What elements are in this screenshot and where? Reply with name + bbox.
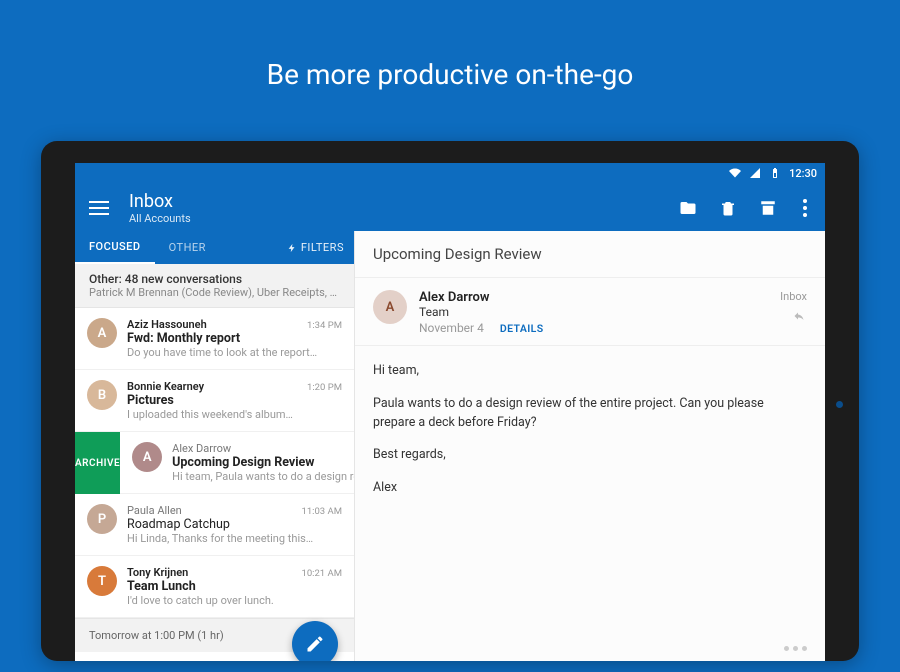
list-item-from: Tony Krijnen [127,566,188,579]
hamburger-menu-icon[interactable] [89,201,109,215]
archive-swipe-action[interactable]: ARCHIVE [75,432,120,494]
cell-signal-icon [749,167,761,179]
tab-focused[interactable]: FOCUSED [75,231,155,264]
android-status-bar: 12:30 [75,163,825,183]
body-greeting: Hi team, [373,362,807,381]
reader-to: Team [419,305,768,319]
list-item-from: Alex Darrow [172,442,231,455]
list-item[interactable]: A Alex Darrow Upcoming Design Review Hi … [120,432,354,494]
list-item-from: Aziz Hassouneh [127,318,207,331]
body-paragraph: Paula wants to do a design review of the… [373,395,807,433]
app-bar-subtitle: All Accounts [129,212,679,225]
list-item-subject: Upcoming Design Review [172,455,354,470]
app-bar-actions [679,199,811,217]
list-item-time: 10:21 AM [301,568,342,579]
list-item-from: Paula Allen [127,504,182,517]
swiped-row: ARCHIVE A Alex Darrow Upcoming Design Re… [75,432,354,494]
reader-header: A Alex Darrow Team November 4 DETAILS In… [355,278,825,346]
message-list-pane: FOCUSED OTHER FILTERS Other: 48 new conv… [75,231,355,661]
wifi-icon [729,167,741,179]
details-button[interactable]: DETAILS [500,322,544,335]
list-item-time: 11:03 AM [301,506,342,517]
compose-fab[interactable] [292,621,338,661]
app-bar-titles: Inbox All Accounts [129,191,679,225]
reader-avatar: A [373,290,407,324]
app-bar-title: Inbox [129,191,679,212]
list-item-preview: I uploaded this weekend's album… [127,408,342,421]
reader-footer [355,636,825,661]
marketing-headline: Be more productive on-the-go [267,58,634,91]
tab-other[interactable]: OTHER [155,232,220,263]
list-item-subject: Fwd: Monthly report [127,331,342,346]
other-summary-strip[interactable]: Other: 48 new conversations Patrick M Br… [75,264,354,308]
list-item-subject: Roadmap Catchup [127,517,342,532]
compose-icon [305,634,325,654]
battery-icon [769,167,781,179]
overflow-menu-icon[interactable] [799,199,811,217]
avatar: A [132,442,162,472]
lightning-icon [287,242,297,254]
avatar: T [87,566,117,596]
avatar: P [87,504,117,534]
list-item[interactable]: T Tony Krijnen 10:21 AM Team Lunch I'd lo… [75,556,354,618]
list-item-subject: Team Lunch [127,579,342,594]
reader-subject: Upcoming Design Review [355,231,825,278]
more-actions-icon[interactable] [784,646,807,651]
mail-list[interactable]: A Aziz Hassouneh 1:34 PM Fwd: Monthly rep… [75,308,354,661]
list-item-time: 1:20 PM [307,382,342,393]
tablet-camera [836,401,843,408]
status-time: 12:30 [789,167,817,180]
list-item-preview: Hi Linda, Thanks for the meeting this… [127,532,342,545]
folder-badge: Inbox [780,290,807,303]
list-item-preview: I'd love to catch up over lunch. [127,594,342,607]
archive-icon[interactable] [759,199,777,217]
reader-date: November 4 [419,321,484,335]
app-bar: Inbox All Accounts [75,183,825,231]
body-closing: Best regards, [373,446,807,465]
reply-icon[interactable] [791,307,807,326]
list-item-subject: Pictures [127,393,342,408]
avatar: A [87,318,117,348]
split-view: FOCUSED OTHER FILTERS Other: 48 new conv… [75,231,825,661]
list-item[interactable]: P Paula Allen 11:03 AM Roadmap Catchup Hi… [75,494,354,556]
list-item-time: 1:34 PM [307,320,342,331]
avatar: B [87,380,117,410]
filters-label: FILTERS [301,241,344,254]
reader-body: Hi team, Paula wants to do a design revi… [355,346,825,528]
reader-pane: Upcoming Design Review A Alex Darrow Tea… [355,231,825,661]
reader-from: Alex Darrow [419,290,768,305]
list-item-preview: Hi team, Paula wants to do a design revi… [172,470,354,483]
body-signature: Alex [373,479,807,498]
folder-icon[interactable] [679,199,697,217]
list-item-from: Bonnie Kearney [127,380,204,393]
tablet-device-frame: 12:30 Inbox All Accounts FOCUSED OTHE [41,141,859,661]
other-summary-title: Other: 48 new conversations [89,272,340,286]
tablet-screen: 12:30 Inbox All Accounts FOCUSED OTHE [75,163,825,661]
trash-icon[interactable] [719,199,737,217]
list-item[interactable]: A Aziz Hassouneh 1:34 PM Fwd: Monthly rep… [75,308,354,370]
inbox-tabs: FOCUSED OTHER FILTERS [75,231,354,264]
filters-button[interactable]: FILTERS [287,241,354,254]
list-item[interactable]: B Bonnie Kearney 1:20 PM Pictures I uploa… [75,370,354,432]
other-summary-preview: Patrick M Brennan (Code Review), Uber Re… [89,286,340,299]
list-item-preview: Do you have time to look at the report… [127,346,342,359]
